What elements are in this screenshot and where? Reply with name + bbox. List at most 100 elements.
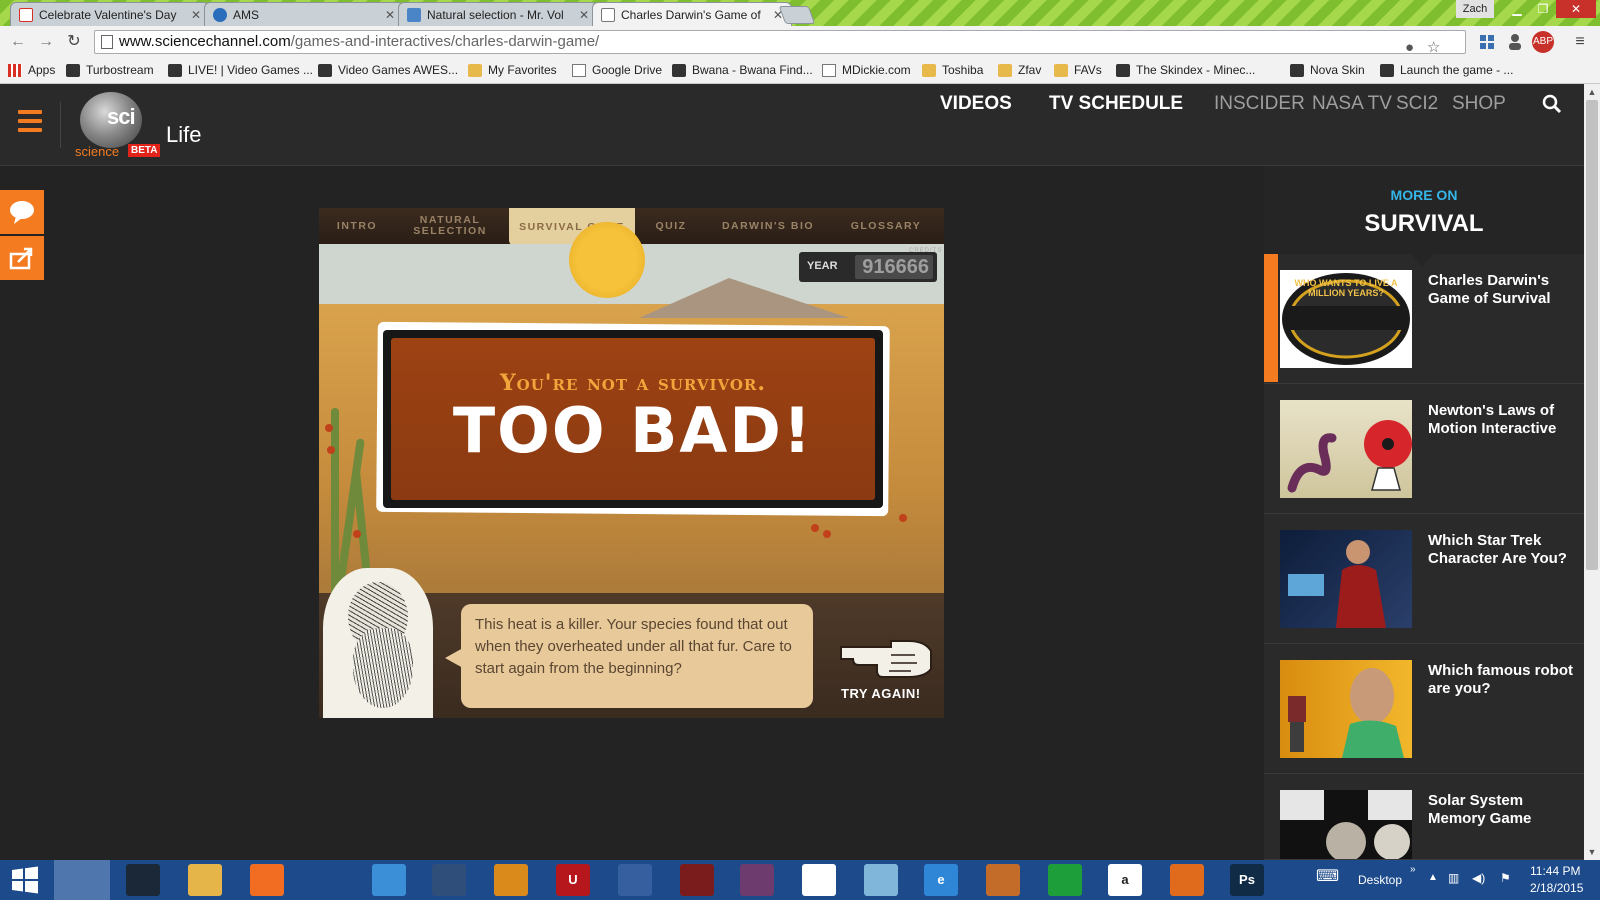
menu-icon[interactable]: ≡ [1570, 32, 1590, 52]
bookmark-item[interactable]: Toshiba [922, 63, 983, 77]
tray-expand-icon[interactable]: ▲ [1428, 872, 1438, 883]
browser-tab-natural-selection[interactable]: Natural selection - Mr. Vol ✕ [398, 2, 598, 26]
browser-tab-valentines[interactable]: Celebrate Valentine's Day ✕ [10, 2, 210, 26]
try-again-button[interactable]: TRY AGAIN! [841, 686, 921, 701]
nav-inscider[interactable]: INSCIDER [1214, 93, 1305, 115]
search-icon[interactable] [1540, 92, 1564, 116]
reload-icon[interactable]: ↻ [64, 32, 84, 52]
comment-icon [10, 201, 34, 224]
taskbar-app13-icon[interactable] [864, 864, 898, 896]
share-button[interactable] [0, 236, 44, 280]
adblock-icon[interactable]: ABP [1532, 31, 1554, 53]
taskbar-app12-icon[interactable] [802, 864, 836, 896]
taskbar-steam-icon[interactable] [126, 864, 160, 896]
browser-tab-ams[interactable]: AMS ✕ [204, 2, 404, 26]
rail-item-solar-system[interactable]: Solar System Memory Game [1264, 774, 1584, 860]
clock-date[interactable]: 2/18/2015 [1530, 881, 1583, 895]
touch-keyboard-icon[interactable]: ⌨ [1316, 866, 1339, 886]
taskbar-app5-icon[interactable] [372, 864, 406, 896]
back-icon[interactable]: ← [8, 32, 28, 52]
darwin-survival-game[interactable]: INTRO NATURAL SELECTION SURVIVAL GAME QU… [319, 208, 944, 718]
taskbar-winrar-icon[interactable] [740, 864, 774, 896]
bookmark-item[interactable]: My Favorites [468, 63, 557, 77]
taskbar-store-icon[interactable] [1048, 864, 1082, 896]
network-icon[interactable]: ▥ [1448, 871, 1459, 885]
close-icon[interactable]: ✕ [191, 8, 201, 22]
close-icon[interactable]: ✕ [579, 8, 589, 22]
taskbar-amazon-icon[interactable]: a [1108, 864, 1142, 896]
lightbulb-icon[interactable]: ● [1405, 37, 1414, 59]
extension-person-icon[interactable] [1504, 31, 1526, 53]
taskbar-app9-icon[interactable] [618, 864, 652, 896]
extension-grid-icon[interactable] [1476, 31, 1498, 53]
taskbar-photoshop-icon[interactable]: Ps [1230, 864, 1264, 896]
nav-tv-schedule[interactable]: TV SCHEDULE [1049, 93, 1183, 115]
star-icon[interactable]: ☆ [1427, 37, 1440, 59]
forward-icon[interactable]: → [36, 32, 56, 52]
taskbar-chrome-icon[interactable] [64, 864, 98, 896]
credits-link[interactable]: CREDITS [909, 248, 942, 254]
taskbar-file-explorer-icon[interactable] [188, 864, 222, 896]
bookmark-item[interactable]: Zfav [998, 63, 1041, 77]
address-bar[interactable]: www.sciencechannel.com/games-and-interac… [94, 30, 1466, 56]
rail-item-darwin-game[interactable]: WHO WANTS TO LIVE A MILLION YEARS? Charl… [1264, 254, 1584, 384]
volume-icon[interactable]: ◀) [1472, 871, 1485, 885]
berry [811, 524, 819, 532]
nav-nasa-tv[interactable]: NASA TV [1312, 93, 1392, 115]
nav-shop[interactable]: SHOP [1452, 93, 1506, 115]
bookmark-item[interactable]: LIVE! | Video Games ... [168, 63, 313, 77]
bookmark-item[interactable]: Apps [8, 63, 55, 77]
taskbar-app10-icon[interactable] [680, 864, 714, 896]
rail-item-star-trek[interactable]: Which Star Trek Character Are You? [1264, 514, 1584, 644]
game-tab-glossary[interactable]: GLOSSARY [833, 208, 939, 244]
clock-time[interactable]: 11:44 PM [1530, 864, 1580, 878]
taskbar-office-icon[interactable] [1170, 864, 1204, 896]
taskbar-app6-icon[interactable] [432, 864, 466, 896]
bookmark-item[interactable]: Video Games AWES... [318, 63, 458, 77]
pointing-hand-icon[interactable] [839, 633, 935, 681]
window-close-icon[interactable]: ✕ [1556, 0, 1596, 18]
new-tab-button[interactable] [778, 6, 816, 24]
rail-item-famous-robot[interactable]: Which famous robot are you? [1264, 644, 1584, 774]
site-header: sci science BETA Life VIDEOS TV SCHEDULE… [0, 84, 1584, 166]
scroll-up-icon[interactable]: ▲ [1584, 84, 1600, 100]
restore-icon[interactable]: ❐ [1530, 0, 1556, 18]
action-center-icon[interactable]: ⚑ [1500, 871, 1511, 885]
scroll-down-icon[interactable]: ▼ [1584, 844, 1600, 860]
bookmark-item[interactable]: Google Drive [572, 63, 662, 77]
desktop-toolbar-label[interactable]: Desktop [1358, 873, 1402, 887]
close-icon[interactable]: ✕ [385, 8, 395, 22]
rail-item-title: Which famous robot are you? [1428, 662, 1573, 697]
bookmark-item[interactable]: FAVs [1054, 63, 1102, 77]
browser-tab-darwin-game[interactable]: Charles Darwin's Game of ✕ [592, 2, 792, 26]
site-icon [66, 63, 80, 77]
bookmark-item[interactable]: Nova Skin [1290, 63, 1365, 77]
game-tab-natural-selection[interactable]: NATURAL SELECTION [401, 208, 499, 244]
taskbar-app8-icon[interactable]: U [556, 864, 590, 896]
nav-sci2[interactable]: SCI2 [1396, 93, 1438, 115]
comment-button[interactable] [0, 190, 44, 234]
bookmark-item[interactable]: Launch the game - ... [1380, 63, 1513, 77]
bookmark-item[interactable]: Turbostream [66, 63, 154, 77]
taskbar-origin-icon[interactable] [250, 864, 284, 896]
darwin-portrait [323, 568, 433, 718]
profile-button[interactable]: Zach [1456, 0, 1494, 18]
hamburger-menu-icon[interactable] [18, 110, 42, 137]
scrollbar-thumb[interactable] [1586, 100, 1598, 570]
windows-start-icon[interactable] [10, 866, 40, 894]
bookmark-item[interactable]: The Skindex - Minec... [1116, 63, 1255, 77]
game-tab-intro[interactable]: INTRO [319, 208, 395, 244]
taskbar-app15-icon[interactable] [986, 864, 1020, 896]
tab-title: Charles Darwin's Game of [621, 7, 761, 22]
minimize-icon[interactable]: ▁ [1504, 0, 1530, 18]
chevron-icon[interactable]: » [1410, 864, 1416, 875]
berry [823, 530, 831, 538]
taskbar-internet-explorer-icon[interactable]: e [924, 864, 958, 896]
bookmark-item[interactable]: MDickie.com [822, 63, 911, 77]
game-tab-quiz[interactable]: QUIZ [641, 208, 701, 244]
rail-item-newtons-laws[interactable]: Newton's Laws of Motion Interactive [1264, 384, 1584, 514]
game-tab-darwins-bio[interactable]: DARWIN'S BIO [709, 208, 827, 244]
nav-videos[interactable]: VIDEOS [940, 93, 1012, 115]
taskbar-app7-icon[interactable] [494, 864, 528, 896]
bookmark-item[interactable]: Bwana - Bwana Find... [672, 63, 813, 77]
